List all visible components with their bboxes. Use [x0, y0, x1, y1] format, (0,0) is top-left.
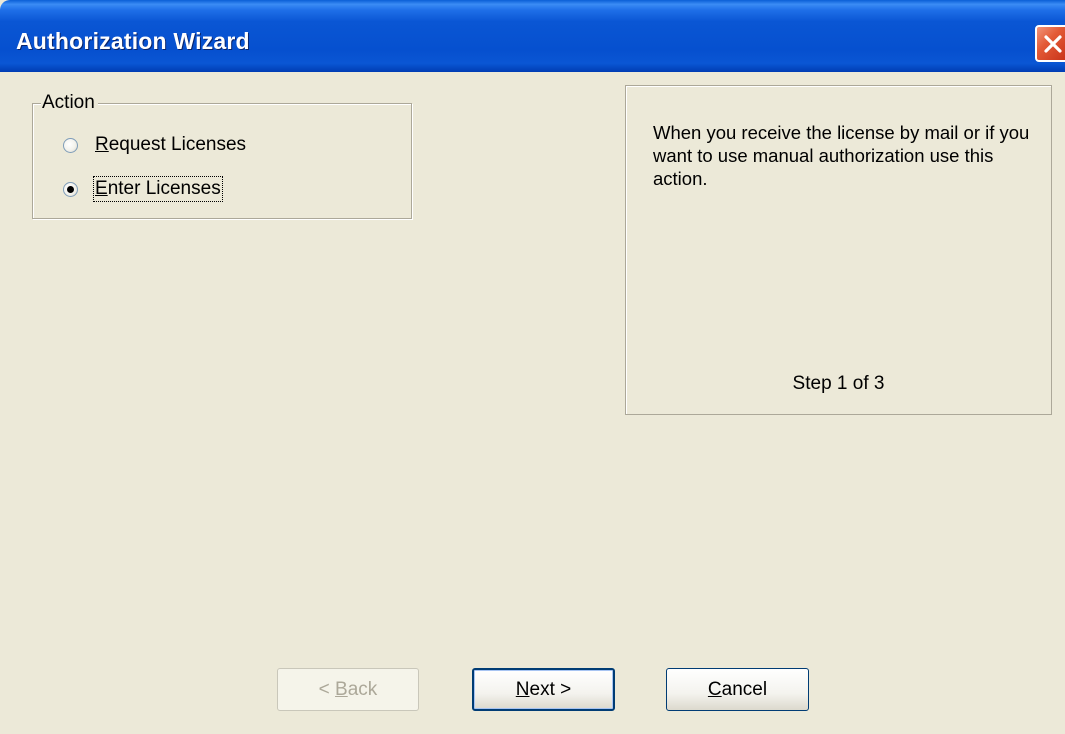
back-button-label: ack [347, 678, 378, 700]
next-button-label: ext > [529, 678, 572, 700]
request-licenses-label[interactable]: Request Licenses [95, 134, 246, 156]
action-group-legend: Action [41, 92, 98, 114]
authorization-wizard-window: Authorization Wizard Action Request Lice… [0, 0, 1065, 734]
back-button[interactable]: < Back [277, 668, 419, 711]
cancel-button-mnemonic: C [707, 678, 722, 700]
back-button-mnemonic: B [335, 678, 348, 700]
step-indicator: Step 1 of 3 [792, 373, 885, 394]
cancel-button[interactable]: Cancel [666, 668, 809, 711]
back-button-prefix: < [318, 678, 336, 700]
enter-licenses-mnemonic: E [95, 178, 108, 199]
enter-licenses-label-text: nter Licenses [107, 178, 221, 199]
action-description: When you receive the license by mail or … [653, 122, 1030, 189]
close-icon [1044, 35, 1062, 53]
title-bar[interactable]: Authorization Wizard [0, 0, 1065, 72]
cancel-button-label: ancel [721, 678, 768, 700]
enter-licenses-option[interactable]: Enter Licenses [63, 176, 223, 202]
next-button[interactable]: Next > [472, 668, 615, 711]
window-title: Authorization Wizard [16, 28, 250, 54]
request-licenses-option[interactable]: Request Licenses [63, 132, 246, 158]
enter-licenses-radio[interactable] [63, 181, 78, 197]
enter-licenses-label[interactable]: Enter Licenses [93, 176, 223, 202]
next-button-mnemonic: N [515, 678, 530, 700]
close-button[interactable] [1035, 25, 1065, 62]
request-licenses-mnemonic: R [95, 134, 109, 155]
request-licenses-radio[interactable] [63, 137, 78, 153]
request-licenses-label-text: equest Licenses [108, 134, 247, 155]
